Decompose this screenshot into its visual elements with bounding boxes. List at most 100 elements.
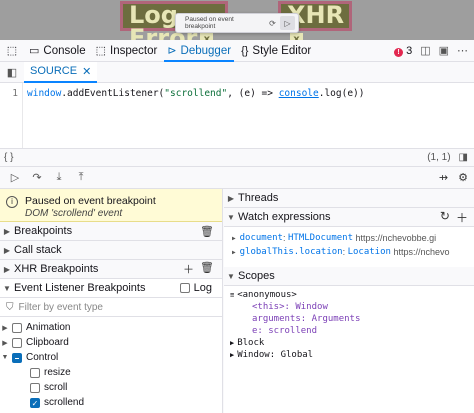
event-checkbox[interactable] (30, 367, 40, 378)
chevron-down-icon[interactable]: ▼ (0, 354, 10, 361)
category-label: Clipboard (26, 337, 69, 348)
log-label: Log (193, 282, 212, 294)
tab-label: Console (43, 44, 86, 57)
scope-this[interactable]: <this>: Window (224, 301, 474, 313)
scope-window[interactable]: ▶ Window: Global (224, 349, 474, 361)
step-in-icon[interactable]: ⤓ (48, 171, 70, 184)
event-label: scroll (44, 382, 68, 393)
responsive-design-icon[interactable]: ◫ (420, 44, 430, 57)
chevron-right-icon[interactable]: ▶ (0, 339, 10, 347)
breakpoints-header[interactable]: ▶ Breakpoints 🗑 (0, 222, 222, 241)
element-picker-icon[interactable]: ⬚ (0, 44, 24, 57)
info-icon: i (6, 196, 18, 208)
debugger-icon: ⊳ (167, 45, 177, 57)
category-label: Control (26, 352, 59, 363)
page-viewport: Log Error x XHRx Paused on event breakpoi… (0, 0, 474, 40)
close-icon[interactable]: ✕ (82, 65, 91, 78)
event-checkbox[interactable]: ✓ (30, 397, 40, 408)
add-icon[interactable]: ＋ (456, 209, 468, 226)
event-listener-header[interactable]: ▼ Event Listener Breakpoints Log (0, 279, 222, 298)
trash-icon[interactable]: 🗑 (200, 261, 214, 277)
paused-title: Paused on event breakpoint (25, 195, 156, 207)
toggle-sidebar-icon[interactable]: ◨ (459, 152, 468, 163)
scopes-tree: ≡ <anonymous> <this>: Window arguments: A… (224, 286, 474, 361)
event-label: resize (44, 367, 71, 378)
event-item-scroll[interactable]: scroll (0, 380, 222, 395)
scopes-pane: ▶ Threads ▼ Watch expressions ↻ ＋ ▶ docum… (224, 189, 474, 413)
filter-placeholder: Filter by event type (18, 301, 103, 313)
section-label: Scopes (238, 270, 275, 282)
chevron-down-icon[interactable]: ≡ (230, 291, 234, 299)
chevron-down-icon: ▼ (3, 283, 11, 293)
cursor-position: (1, 1) (427, 152, 451, 163)
tab-console[interactable]: ▭ Console (24, 40, 91, 62)
line-gutter[interactable]: 1 (0, 83, 23, 148)
style-editor-icon: {} (241, 44, 249, 57)
chevron-right-icon: ▶ (3, 226, 11, 236)
step-over-icon[interactable]: ⟳ (265, 16, 280, 30)
scope-anonymous[interactable]: ≡ <anonymous> (224, 289, 474, 301)
scopes-header[interactable]: ▼ Scopes (224, 267, 474, 286)
scope-block[interactable]: ▶ Block (224, 337, 474, 349)
threads-header[interactable]: ▶ Threads (224, 189, 474, 208)
section-label: XHR Breakpoints (14, 263, 99, 275)
tab-inspector[interactable]: ⬚ Inspector (91, 40, 163, 62)
watch-item[interactable]: ▶ globalThis.location: Location https://… (224, 245, 474, 259)
resume-icon[interactable]: ▷ (4, 171, 26, 184)
log-checkbox[interactable] (179, 283, 190, 293)
event-category-animation[interactable]: ▶ Animation (0, 320, 222, 335)
chevron-right-icon: ▶ (3, 245, 11, 255)
line-number: 1 (12, 88, 18, 99)
event-item-resize[interactable]: resize (0, 365, 222, 380)
tab-style-editor[interactable]: {} Style Editor (236, 40, 316, 62)
trash-icon[interactable]: 🗑 (200, 225, 214, 238)
event-category-clipboard[interactable]: ▶ Clipboard (0, 335, 222, 350)
tab-label: Inspector (110, 44, 158, 57)
chevron-down-icon: ▼ (227, 212, 235, 222)
event-label: scrollend (44, 397, 85, 408)
chevron-right-icon[interactable]: ▶ (232, 235, 236, 242)
error-count[interactable]: ! 3 (394, 45, 412, 57)
category-checkbox[interactable] (12, 337, 22, 348)
xhr-breakpoints-header[interactable]: ▶ XHR Breakpoints ＋ 🗑 (0, 260, 222, 279)
chevron-right-icon[interactable]: ▶ (232, 249, 236, 256)
sidebar-toggle-icon[interactable]: ◧ (0, 66, 24, 79)
editor-footer: { } (1, 1) ◨ (0, 148, 474, 167)
pretty-print-button[interactable]: { } (4, 152, 13, 163)
event-item-scrollend[interactable]: ✓ scrollend (0, 395, 222, 410)
category-checkbox[interactable] (12, 352, 22, 363)
section-label: Threads (238, 192, 279, 204)
event-checkbox[interactable] (30, 382, 40, 393)
code-line: window.addEventListener("scrollend", (e)… (27, 88, 365, 99)
gear-icon[interactable]: ⚙ (458, 171, 468, 184)
refresh-icon[interactable]: ↻ (440, 209, 450, 226)
event-filter-input[interactable]: ⛉ Filter by event type (0, 298, 222, 317)
step-over-icon[interactable]: ↷ (26, 171, 48, 184)
watch-header[interactable]: ▼ Watch expressions ↻ ＋ (224, 208, 474, 227)
scope-arguments[interactable]: arguments: Arguments (224, 313, 474, 325)
disable-breakpoints-icon[interactable]: ⇸ (439, 171, 448, 184)
tab-label: Debugger (180, 44, 232, 57)
event-category-control[interactable]: ▼ Control (0, 350, 222, 365)
chevron-right-icon: ▶ (3, 264, 11, 274)
more-options-icon[interactable]: ⋯ (457, 44, 468, 57)
add-icon[interactable]: ＋ (183, 261, 194, 277)
watch-item[interactable]: ▶ document: HTMLDocument https://nchevob… (224, 231, 474, 245)
tab-debugger[interactable]: ⊳ Debugger (162, 40, 236, 62)
section-label: Breakpoints (14, 225, 73, 237)
resume-icon[interactable]: ▷ (280, 16, 295, 30)
section-label: Watch expressions (238, 211, 331, 223)
step-out-icon[interactable]: ⤒ (70, 171, 92, 184)
category-checkbox[interactable] (12, 322, 22, 333)
tab-source[interactable]: SOURCE ✕ (24, 61, 98, 83)
chevron-right-icon[interactable]: ▶ (230, 351, 234, 359)
scope-e[interactable]: e: scrollend (224, 325, 474, 337)
chevron-right-icon[interactable]: ▶ (230, 339, 234, 347)
chevron-right-icon[interactable]: ▶ (0, 324, 10, 332)
console-icon: ▭ (29, 45, 40, 57)
error-icon: ! (394, 47, 403, 57)
call-stack-header[interactable]: ▶ Call stack (0, 241, 222, 260)
log-toggle[interactable]: Log (179, 282, 222, 294)
screenshot-icon[interactable]: ▣ (439, 44, 449, 57)
code-editor[interactable]: 1 window.addEventListener("scrollend", (… (0, 83, 474, 148)
